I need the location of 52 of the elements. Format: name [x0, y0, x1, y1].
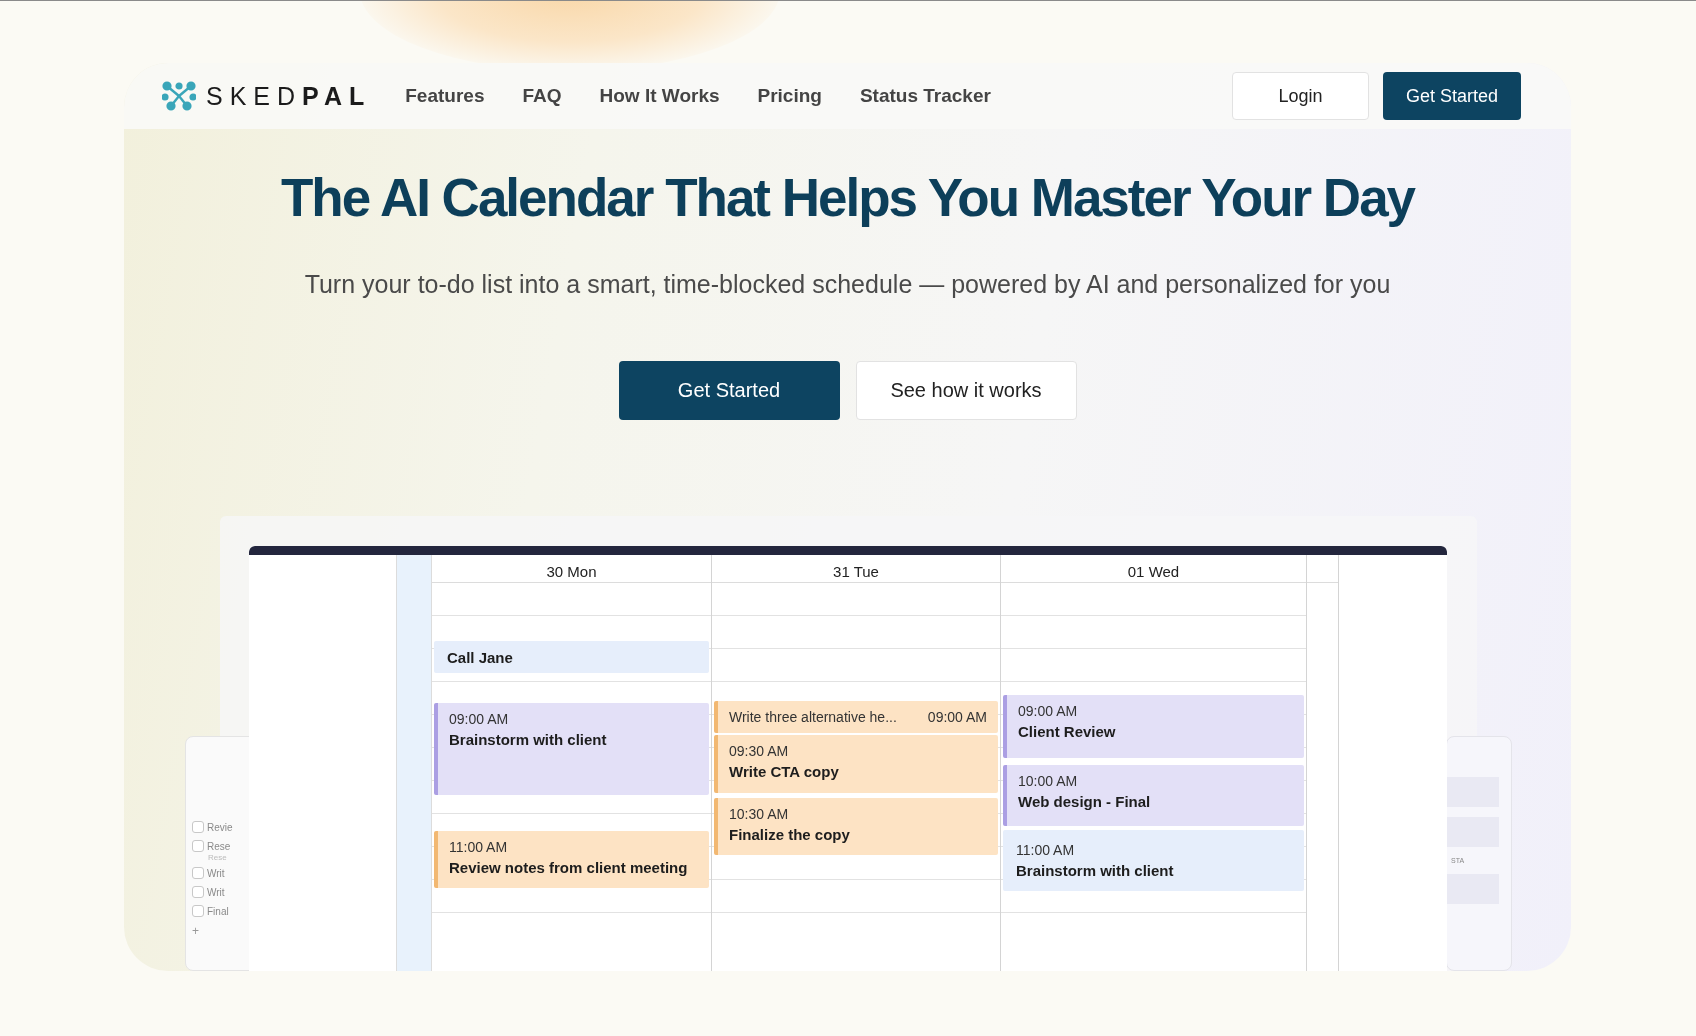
event-time: 09:00 AM	[927, 709, 987, 725]
calendar-event[interactable]: 11:00 AM Review notes from client meeting	[434, 831, 709, 888]
calendar-event[interactable]: 11:00 AM Brainstorm with client	[1003, 830, 1304, 891]
login-button[interactable]: Login	[1232, 72, 1369, 120]
event-title: Client Review	[1018, 723, 1117, 740]
hero-subtitle: Turn your to-do list into a smart, time-blocked schedule — powered by AI and personalized for you	[304, 270, 1391, 299]
event-time: 09:00 AM	[449, 711, 510, 727]
calendar-event[interactable]: Call Jane	[434, 641, 709, 673]
task-label: Final	[207, 905, 229, 917]
nav-link[interactable]: Status Tracker	[859, 85, 991, 107]
calendar-event[interactable]: 10:00 AM Web design - Final	[1003, 765, 1304, 826]
hero-title: The AI Calendar That Helps You Master Your Day	[280, 167, 1415, 228]
task-label: Writ	[207, 867, 225, 879]
day-header: 31 Tue	[833, 563, 879, 580]
nav-link[interactable]: Pricing	[757, 85, 822, 107]
calendar-event[interactable]: 10:30 AM Finalize the copy	[714, 798, 998, 855]
event-time: 09:30 AM	[729, 743, 790, 759]
get-started-button[interactable]: Get Started	[618, 361, 840, 420]
task-label: Rese	[207, 840, 231, 852]
checkbox[interactable]	[192, 905, 204, 917]
event-title: Write CTA copy	[729, 763, 840, 780]
event-time: 11:00 AM	[449, 839, 509, 855]
nav-link[interactable]: FAQ	[522, 85, 562, 107]
logo-icon	[162, 81, 196, 111]
day-header: 30 Mon	[546, 563, 597, 580]
checkbox[interactable]	[192, 886, 204, 898]
event-time: 11:00 AM	[1016, 842, 1076, 858]
event-title: Web design - Final	[1018, 793, 1152, 810]
event-title: Brainstorm with client	[1016, 862, 1175, 879]
event-title: Brainstorm with client	[449, 731, 608, 748]
calendar-event[interactable]: 09:00 AM Client Review	[1003, 695, 1304, 758]
task-label: Writ	[207, 886, 225, 898]
event-time: 10:30 AM	[729, 806, 790, 822]
event-title: Call Jane	[447, 648, 514, 666]
calendar-event[interactable]: 09:00 AM Brainstorm with client	[434, 703, 709, 795]
checkbox[interactable]	[192, 840, 204, 852]
logo-wordmark[interactable]: SKED PAL	[206, 81, 372, 111]
event-title: Review notes from client meeting	[449, 859, 689, 876]
calendar-event[interactable]: 09:30 AM Write CTA copy	[714, 735, 998, 793]
get-started-button[interactable]: Get Started	[1383, 72, 1521, 120]
event-title: Write three alternative he...	[729, 709, 897, 725]
checkbox[interactable]	[192, 867, 204, 879]
checkbox[interactable]	[192, 821, 204, 833]
task-label: Revie	[207, 821, 233, 833]
nav-link[interactable]: Features	[405, 85, 485, 107]
see-how-it-works-button[interactable]: See how it works	[855, 361, 1077, 420]
event-time: 10:00 AM	[1018, 773, 1079, 789]
day-header: 01 Wed	[1127, 563, 1180, 580]
calendar-event[interactable]: Write three alternative he... 09:00 AM	[714, 701, 998, 733]
event-time: 09:00 AM	[1018, 703, 1079, 719]
nav-link[interactable]: How It Works	[599, 85, 720, 107]
event-title: Finalize the copy	[729, 826, 851, 843]
